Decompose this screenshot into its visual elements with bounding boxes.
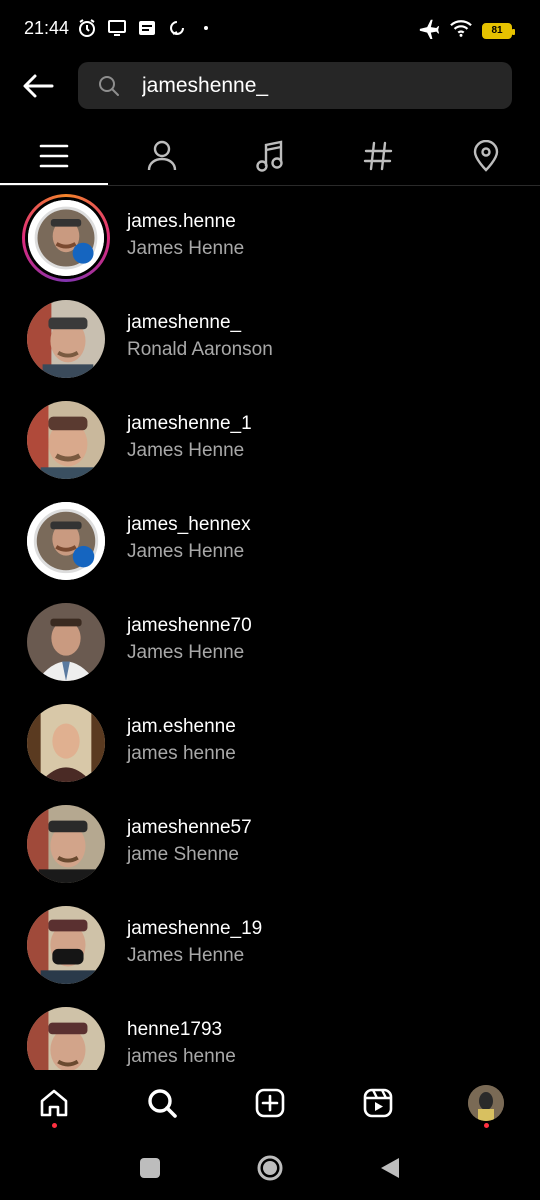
tab-tags[interactable] [324, 128, 432, 184]
avatar[interactable] [27, 805, 105, 883]
screen-icon [106, 17, 128, 39]
profile-photo [27, 603, 105, 681]
reels-icon [363, 1088, 393, 1118]
result-username: james_hennex [127, 514, 251, 535]
tab-top[interactable] [0, 128, 108, 185]
status-icons-right: 81 [418, 17, 515, 44]
result-username: henne1793 [127, 1019, 223, 1040]
result-username: jameshenne57 [127, 817, 252, 838]
profile-photo [27, 502, 105, 580]
list-item[interactable]: jam.eshenne james henne [0, 693, 540, 794]
news-icon [136, 17, 158, 39]
location-pin-icon [473, 140, 499, 172]
search-input[interactable] [142, 70, 492, 102]
notification-dot [483, 1123, 489, 1128]
result-fullname: James Henne [127, 642, 245, 663]
avatar[interactable] [27, 603, 105, 681]
search-icon [98, 75, 120, 102]
profile-avatar [468, 1085, 504, 1121]
avatar[interactable] [27, 1007, 105, 1070]
list-item[interactable]: jameshenne_19 James Henne [0, 895, 540, 996]
result-username: jameshenne_19 [127, 918, 263, 939]
list-item[interactable]: jameshenne70 James Henne [0, 592, 540, 693]
bottom-navigation [0, 1070, 540, 1136]
result-fullname: jame Shenne [127, 844, 239, 865]
system-navigation [0, 1136, 540, 1200]
search-tabs [0, 128, 540, 186]
avatar[interactable] [27, 300, 105, 378]
music-note-icon [256, 140, 283, 172]
battery-icon: 81 [482, 22, 515, 39]
nav-profile[interactable] [432, 1070, 540, 1136]
nav-search[interactable] [108, 1070, 216, 1136]
create-icon [255, 1088, 285, 1118]
airplane-icon [418, 17, 440, 44]
wifi-icon [450, 18, 472, 43]
search-results-list: james.henne James Henne jameshenne_ Rona… [0, 188, 540, 1070]
more-notifications-dot [204, 26, 208, 30]
profile-photo [27, 1007, 105, 1070]
list-item[interactable]: james_hennex James Henne [0, 491, 540, 592]
home-icon [40, 1089, 68, 1117]
hashtag-icon [363, 141, 393, 171]
profile-photo [27, 704, 105, 782]
list-item[interactable]: jameshenne57 jame Shenne [0, 794, 540, 895]
status-icons-left [76, 17, 208, 39]
list-item[interactable]: henne1793 james henne [0, 996, 540, 1070]
result-fullname: James Henne [127, 238, 245, 259]
alarm-icon [76, 17, 98, 39]
result-fullname: James Henne [127, 541, 245, 562]
search-icon [148, 1089, 177, 1118]
profile-photo [28, 200, 104, 276]
result-fullname: james henne [127, 743, 236, 764]
tab-accounts[interactable] [108, 128, 216, 184]
person-icon [147, 140, 177, 171]
nav-reels[interactable] [324, 1070, 432, 1136]
profile-photo [27, 300, 105, 378]
status-time: 21:44 [24, 18, 70, 38]
profile-photo [27, 401, 105, 479]
back-arrow-icon [23, 74, 54, 98]
list-item[interactable]: james.henne James Henne [0, 188, 540, 289]
result-fullname: James Henne [127, 945, 245, 966]
sync-icon [166, 17, 188, 39]
nav-home[interactable] [0, 1070, 108, 1136]
list-item[interactable]: jameshenne_ Ronald Aaronson [0, 289, 540, 390]
notification-dot [51, 1123, 57, 1128]
nav-create[interactable] [216, 1070, 324, 1136]
status-bar: 21:44 81 [0, 0, 540, 58]
recents-button[interactable] [135, 1153, 165, 1183]
profile-photo [27, 906, 105, 984]
avatar[interactable] [27, 401, 105, 479]
tab-places[interactable] [432, 128, 540, 184]
result-fullname: james henne [127, 1046, 236, 1067]
circle-icon [257, 1155, 283, 1181]
back-button[interactable] [20, 70, 56, 102]
profile-photo [27, 805, 105, 883]
result-username: jameshenne_1 [127, 413, 252, 434]
result-username: jameshenne70 [127, 615, 252, 636]
back-system-button[interactable] [375, 1153, 405, 1183]
result-username: james.henne [127, 211, 236, 232]
tab-audio[interactable] [216, 128, 324, 184]
avatar[interactable] [27, 704, 105, 782]
search-header [0, 62, 540, 110]
result-username: jam.eshenne [127, 716, 236, 737]
result-fullname: Ronald Aaronson [127, 339, 273, 360]
result-fullname: James Henne [127, 440, 245, 461]
square-icon [140, 1158, 160, 1178]
search-bar[interactable] [78, 62, 512, 109]
avatar[interactable] [22, 194, 110, 282]
triangle-back-icon [381, 1158, 399, 1178]
list-item[interactable]: jameshenne_1 James Henne [0, 390, 540, 491]
avatar[interactable] [27, 906, 105, 984]
avatar[interactable] [27, 502, 105, 580]
list-icon [39, 144, 69, 168]
home-system-button[interactable] [255, 1153, 285, 1183]
result-username: jameshenne_ [127, 312, 242, 333]
